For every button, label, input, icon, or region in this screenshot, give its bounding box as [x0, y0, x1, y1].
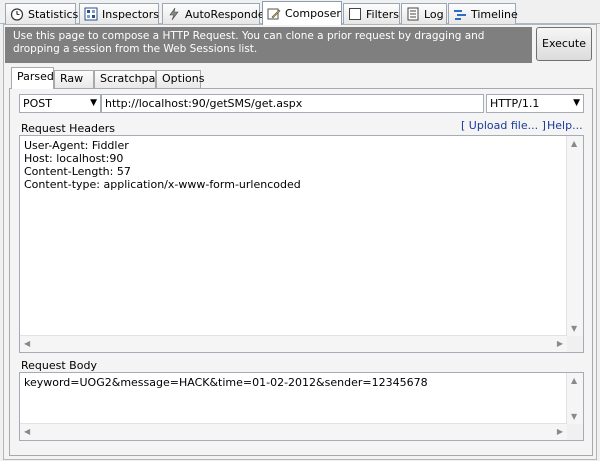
tab-label: Timeline [471, 7, 518, 21]
request-body-text: keyword=UOG2&message=HACK&time=01-02-201… [24, 376, 428, 389]
chevron-down-icon: ▼ [90, 98, 97, 108]
method-value: POST [23, 97, 52, 110]
scroll-corner [567, 424, 583, 440]
scroll-corner [567, 336, 583, 352]
tab-label: Statistics [28, 7, 79, 21]
tab-label: Filters [366, 7, 399, 21]
scroll-up-arrow-icon: ▲ [571, 376, 578, 385]
subtab-options[interactable]: Options [156, 70, 204, 88]
chevron-down-icon: ▼ [573, 98, 580, 108]
headers-horizontal-scrollbar[interactable]: ◀ ▶ [20, 335, 567, 352]
scroll-left-arrow-icon: ◀ [24, 427, 31, 436]
subtab-parsed[interactable]: Parsed [11, 67, 54, 89]
inspectors-icon [84, 7, 98, 21]
request-headers-textarea[interactable]: User-Agent: Fiddler Host: localhost:90 C… [19, 135, 584, 353]
subtab-raw[interactable]: Raw [54, 70, 94, 88]
body-horizontal-scrollbar[interactable]: ◀ ▶ [20, 423, 567, 440]
tab-label: Log [424, 7, 444, 21]
tab-label: Inspectors [102, 7, 160, 21]
request-headers-text: User-Agent: Fiddler Host: localhost:90 C… [24, 139, 301, 191]
tab-log[interactable]: Log [401, 3, 447, 24]
scroll-down-arrow-icon: ▼ [571, 324, 578, 333]
body-vertical-scrollbar[interactable]: ▲ ▼ [566, 373, 583, 424]
subtab-scratchpad[interactable]: Scratchpad [94, 70, 162, 88]
main-tab-strip: Statistics Inspectors AutoResponder Comp… [0, 0, 600, 25]
upload-file-link[interactable]: [ Upload file... ] [461, 119, 546, 132]
log-icon [406, 7, 420, 21]
checkbox-icon [348, 7, 362, 21]
tab-timeline[interactable]: Timeline [448, 3, 518, 24]
scroll-right-arrow-icon: ▶ [556, 339, 563, 348]
help-link[interactable]: Help... [547, 119, 583, 132]
http-version-select[interactable]: HTTP/1.1 ▼ [486, 94, 584, 113]
scroll-left-arrow-icon: ◀ [24, 339, 31, 348]
request-headers-label: Request Headers [21, 122, 115, 135]
http-version-value: HTTP/1.1 [490, 97, 540, 110]
tab-label: Composer [285, 7, 341, 20]
headers-vertical-scrollbar[interactable]: ▲ ▼ [566, 136, 583, 336]
tab-inspectors[interactable]: Inspectors [79, 3, 159, 24]
request-body-textarea[interactable]: keyword=UOG2&message=HACK&time=01-02-201… [19, 372, 584, 441]
tab-label: AutoResponder [185, 7, 270, 21]
execute-button[interactable]: Execute [536, 27, 592, 61]
tab-autoresponder[interactable]: AutoResponder [162, 3, 269, 24]
method-select[interactable]: POST ▼ [19, 94, 101, 113]
tab-composer[interactable]: Composer [262, 1, 342, 25]
stopwatch-icon [10, 7, 24, 21]
tab-filters[interactable]: Filters [343, 3, 400, 24]
scroll-right-arrow-icon: ▶ [556, 427, 563, 436]
url-input[interactable]: http://localhost:90/getSMS/get.aspx [101, 94, 484, 113]
request-body-label: Request Body [21, 359, 97, 372]
scroll-down-arrow-icon: ▼ [571, 412, 578, 421]
composer-pencil-icon [267, 7, 281, 21]
lightning-icon [167, 7, 181, 21]
tab-statistics[interactable]: Statistics [5, 3, 79, 24]
timeline-icon [453, 7, 467, 21]
scroll-up-arrow-icon: ▲ [571, 139, 578, 148]
composer-info-text: Use this page to compose a HTTP Request.… [5, 27, 532, 63]
